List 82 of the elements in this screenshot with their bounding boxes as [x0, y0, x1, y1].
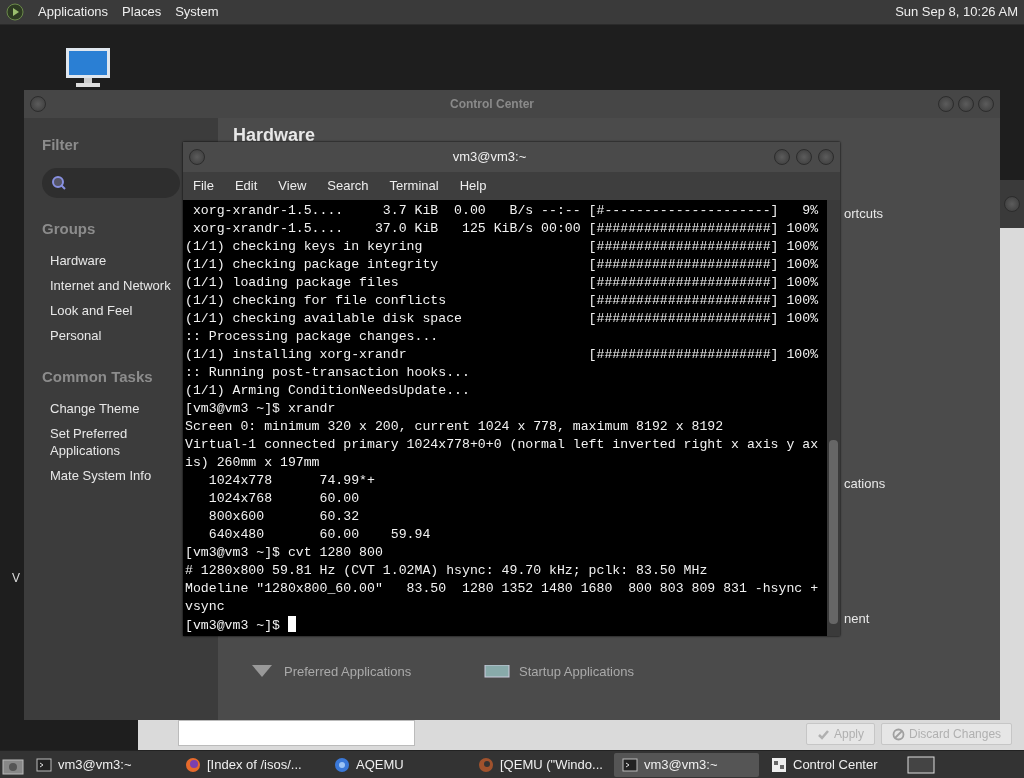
scrollbar-thumb[interactable]	[829, 440, 838, 624]
qemu-icon	[478, 756, 494, 773]
sidebar-item[interactable]: Look and Feel	[50, 302, 133, 319]
launcher-label[interactable]: nent	[844, 609, 870, 629]
terminal-line: (1/1) checking for file conflicts [######################] 100%	[185, 292, 820, 310]
window-title: Control Center	[449, 96, 535, 113]
terminal-line: Modeline "1280x800_60.00" 83.50 1280 1352 1480 1680 800 803 809 831 -hsync +	[185, 580, 820, 598]
sidebar-item[interactable]: Personal	[50, 327, 102, 344]
terminal-line: 1024x778 74.99*+	[207, 472, 376, 490]
search-icon	[52, 176, 66, 190]
terminal-icon	[622, 756, 638, 773]
window-menu-button[interactable]	[30, 96, 46, 112]
terminal-line: 640x480 60.00 59.94	[207, 526, 432, 544]
search-field[interactable]	[42, 168, 180, 198]
terminal-line: 1024x768 60.00	[207, 490, 361, 508]
terminal-icon	[36, 756, 52, 773]
maximize-button[interactable]	[958, 96, 974, 112]
sidebar-item[interactable]: Change Theme	[50, 400, 140, 417]
launcher-label[interactable]: Startup Applications	[519, 662, 634, 682]
logo-icon[interactable]	[6, 3, 24, 21]
taskbar-item[interactable]: AQEMU	[326, 752, 466, 777]
menu-item[interactable]: Help	[459, 176, 487, 196]
sidebar-item[interactable]: Mate System Info	[50, 467, 152, 484]
input-field[interactable]	[178, 720, 415, 746]
sidebar-item[interactable]: Set Preferred Applications	[50, 425, 175, 459]
section-heading: Groups	[42, 220, 96, 238]
panel-menu[interactable]: Places	[122, 2, 162, 22]
close-button[interactable]	[978, 96, 994, 112]
terminal-line: [vm3@vm3 ~]$ cvt 1280 800	[185, 544, 384, 562]
terminal-line: :: Running post-transaction hooks...	[185, 364, 471, 382]
minimize-button[interactable]	[938, 96, 954, 112]
terminal-line: (1/1) loading package files [######################] 100%	[185, 274, 820, 292]
terminal-line: (1/1) checking keys in keyring [######################] 100%	[185, 238, 820, 256]
menu-item[interactable]: View	[278, 176, 307, 196]
panel-menu[interactable]: Applications	[38, 2, 109, 22]
terminal-line: [vm3@vm3 ~]$	[185, 616, 827, 635]
section-heading: Filter	[42, 136, 79, 154]
text-cursor	[287, 616, 296, 632]
panel-menu[interactable]: System	[175, 2, 219, 22]
terminal-line: is) 260mm x 197mm	[185, 454, 321, 472]
computer-icon[interactable]	[64, 46, 112, 88]
terminal-line: 800x600 60.32	[207, 508, 361, 526]
clock[interactable]: Sun Sep 8, 10:26 AM	[895, 2, 1018, 22]
section-heading: Hardware	[233, 125, 316, 147]
sidebar-item[interactable]: Internet and Network	[50, 277, 171, 294]
menu-item[interactable]: Search	[327, 176, 369, 196]
taskbar-item[interactable]: Control Center	[763, 752, 903, 777]
terminal-line: Virtual-1 connected primary 1024x778+0+0 (normal left inverted right x axis y ax	[185, 436, 820, 454]
terminal-line: xorg-xrandr-1.5.... 37.0 KiB 125 KiB/s 00:00 [######################] 100%	[191, 220, 820, 238]
launcher-label[interactable]: Preferred Applications	[284, 662, 412, 682]
menu-item[interactable]: Terminal	[389, 176, 439, 196]
taskbar-item[interactable]: vm3@vm3:~	[614, 752, 759, 777]
cancel-icon	[892, 727, 906, 741]
minimize-button[interactable]	[774, 149, 790, 165]
terminal-line: # 1280x800 59.81 Hz (CVT 1.02MA) hsync: 49.70 kHz; pclk: 83.50 MHz	[185, 562, 709, 580]
workspace-switcher-icon[interactable]	[907, 754, 935, 775]
terminal-line: :: Processing package changes...	[185, 328, 440, 346]
control-panel-icon	[771, 756, 787, 773]
menu-item[interactable]: Edit	[234, 176, 258, 196]
window-title: vm3@vm3:~	[451, 148, 528, 167]
terminal-line: (1/1) checking package integrity [######################] 100%	[185, 256, 820, 274]
terminal-line: (1/1) installing xorg-xrandr [######################] 100%	[185, 346, 820, 364]
launcher-label[interactable]: ortcuts	[844, 204, 883, 224]
window-menu-button[interactable]	[189, 149, 205, 165]
taskbar-item[interactable]: [QEMU ("Windo...	[470, 752, 610, 777]
startup-icon	[483, 664, 511, 679]
maximize-button[interactable]	[796, 149, 812, 165]
launcher-label[interactable]: cations	[844, 474, 886, 494]
scrollbar[interactable]	[827, 200, 840, 636]
close-button[interactable]	[818, 149, 834, 165]
terminal-line: (1/1) Arming ConditionNeedsUpdate...	[185, 382, 471, 400]
terminal-line: (1/1) checking available disk space [######################] 100%	[185, 310, 820, 328]
menu-item[interactable]: File	[193, 176, 214, 196]
sidebar-item[interactable]: Hardware	[50, 252, 107, 269]
taskbar-item[interactable]: vm3@vm3:~	[28, 752, 173, 777]
terminal-line: vsync	[185, 598, 226, 616]
section-heading: Common Tasks	[42, 368, 153, 386]
terminal-line: Screen 0: minimum 320 x 200, current 1024 x 778, maximum 8192 x 8192	[185, 418, 725, 436]
desktop-label: V	[12, 570, 20, 587]
terminal-line: [vm3@vm3 ~]$ xrandr	[185, 400, 337, 418]
terminal-line: xorg-xrandr-1.5.... 3.7 KiB 0.00 B/s --:-- [#---------------------] 9%	[191, 202, 820, 220]
taskbar-item[interactable]: [Index of /isos/...	[177, 752, 322, 777]
